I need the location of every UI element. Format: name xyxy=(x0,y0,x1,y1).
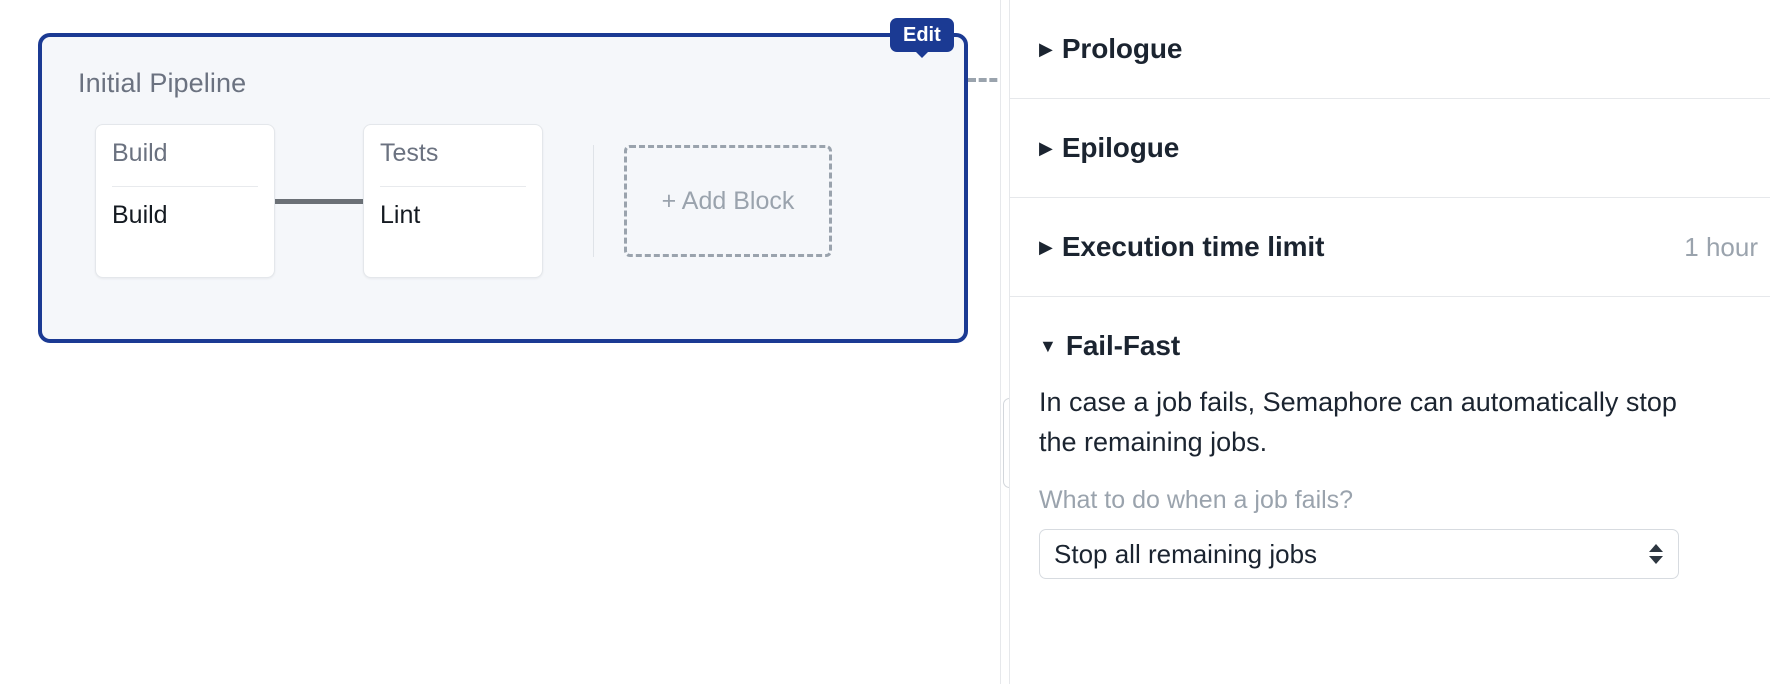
settings-section-epilogue[interactable]: ▶ Epilogue xyxy=(1010,99,1770,198)
pipeline-block-build[interactable]: Build Build xyxy=(95,124,275,278)
settings-scrollbar-track[interactable] xyxy=(1003,0,1016,684)
settings-section-execution-time-limit[interactable]: ▶ Execution time limit 1 hour xyxy=(1010,198,1770,297)
fail-fast-description: In case a job fails, Semaphore can autom… xyxy=(1039,387,1677,457)
chevron-right-icon: ▶ xyxy=(1039,237,1053,257)
pipeline-title: Initial Pipeline xyxy=(78,68,247,98)
app-root: Initial Pipeline Build Build Tests Lint … xyxy=(0,0,1770,684)
pipeline-block-tests[interactable]: Tests Lint xyxy=(363,124,543,278)
panel-splitter[interactable] xyxy=(1000,0,1016,684)
section-title: Epilogue xyxy=(1061,132,1180,163)
block-job-label: Lint xyxy=(380,201,421,230)
fail-fast-question-label: What to do when a job fails? xyxy=(1039,486,1354,514)
section-header: ▶ Epilogue xyxy=(1039,132,1770,164)
block-divider xyxy=(380,186,526,188)
block-name-label: Tests xyxy=(380,139,439,167)
fail-fast-select-wrapper: Stop all remaining jobs xyxy=(1039,529,1679,579)
pipeline-settings-panel: ▶ Prologue ▶ Epilogue ▶ Execution time l… xyxy=(1009,0,1770,684)
block-divider xyxy=(112,186,258,188)
fail-fast-select[interactable]: Stop all remaining jobs xyxy=(1039,529,1679,579)
pipeline-blocks-row: Build Build Tests Lint + Add Block xyxy=(95,121,832,281)
section-header: ▶ Execution time limit 1 hour xyxy=(1039,231,1770,263)
section-header: ▶ Prologue xyxy=(1039,33,1770,65)
edit-pipeline-button[interactable]: Edit xyxy=(890,18,954,58)
chevron-down-icon: ▼ xyxy=(1039,336,1057,356)
section-title: Prologue xyxy=(1061,33,1183,64)
pipeline-card[interactable]: Initial Pipeline Build Build Tests Lint … xyxy=(38,33,968,343)
settings-section-prologue[interactable]: ▶ Prologue xyxy=(1010,0,1770,99)
blocks-section-separator xyxy=(593,145,594,257)
chevron-right-icon: ▶ xyxy=(1039,39,1053,59)
chevron-right-icon: ▶ xyxy=(1039,138,1053,158)
add-block-button[interactable]: + Add Block xyxy=(624,145,832,257)
settings-section-fail-fast[interactable]: ▼ Fail-Fast In case a job fails, Semapho… xyxy=(1010,297,1770,605)
block-connector-line xyxy=(275,198,363,204)
block-name-label: Build xyxy=(112,139,168,167)
section-title: Fail-Fast xyxy=(1065,330,1181,361)
block-job-label: Build xyxy=(112,201,168,230)
section-header[interactable]: ▼ Fail-Fast xyxy=(1039,330,1770,362)
execution-time-limit-value: 1 hour xyxy=(1684,231,1758,262)
section-title: Execution time limit xyxy=(1061,231,1325,262)
workflow-canvas: Initial Pipeline Build Build Tests Lint … xyxy=(0,0,1008,684)
